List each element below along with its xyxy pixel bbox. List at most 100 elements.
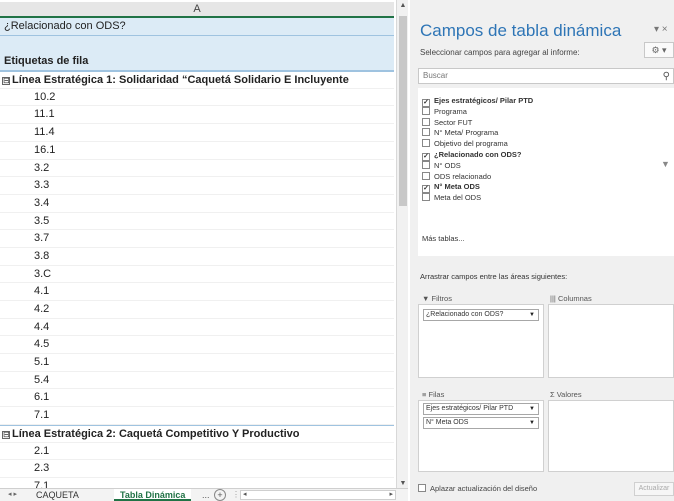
row-pill-meta-ods[interactable]: N° Meta ODS ▼	[423, 417, 539, 429]
field-checkbox[interactable]	[422, 193, 430, 202]
field-checkbox[interactable]	[422, 117, 430, 126]
table-row[interactable]: 2.1	[0, 443, 394, 461]
field-item[interactable]: Programa	[422, 106, 467, 117]
field-item[interactable]: N° Meta/ Programa	[422, 128, 498, 138]
table-row[interactable]: 3.8	[0, 248, 394, 266]
table-row[interactable]: 3.5	[0, 213, 394, 231]
table-row[interactable]: 3.2	[0, 160, 394, 178]
sheet-tab-bar: ◂ ▸ CAQUETA Tabla Dinámica ... + ⋮ ◂ ▸	[0, 488, 408, 501]
row-pill-ejes[interactable]: Ejes estratégicos/ Pilar PTD ▼	[423, 403, 539, 415]
row-group-header[interactable]: ⊟ Línea Estratégica 1: Solidaridad “Caque…	[0, 71, 394, 89]
gear-icon[interactable]: ⚙ ▾	[644, 42, 674, 58]
tab-tabla-dinamica[interactable]: Tabla Dinámica	[114, 489, 192, 501]
tab-splitter[interactable]: ⋮	[232, 490, 240, 499]
table-row[interactable]: 11.1	[0, 106, 394, 125]
field-item[interactable]: ✓ Ejes estratégicos/ Pilar PTD	[422, 96, 533, 107]
field-item[interactable]: ODS relacionado	[422, 171, 491, 182]
field-item[interactable]: Objetivo del programa	[422, 139, 508, 149]
collapse-icon[interactable]: ⊟	[2, 430, 10, 439]
rows-area-icon: ≡	[422, 390, 427, 399]
field-item[interactable]: Meta del ODS	[422, 193, 481, 203]
field-item[interactable]: N° ODS	[422, 160, 461, 171]
search-input[interactable]: Buscar ⚲	[418, 68, 674, 84]
scroll-thumb[interactable]	[399, 16, 407, 206]
row-text: 10.2	[34, 90, 56, 103]
field-checkbox[interactable]	[422, 106, 430, 115]
table-row[interactable]: 10.2	[0, 89, 394, 107]
horizontal-scrollbar[interactable]: ◂ ▸	[240, 490, 396, 500]
field-list: ▼ Más tablas... ✓ Ejes estratégicos/ Pila…	[418, 88, 674, 256]
chevron-down-icon: ▼	[529, 406, 535, 412]
table-row[interactable]: 5.1	[0, 354, 394, 372]
chevron-down-icon: ▼	[529, 420, 535, 426]
values-area-label: Σ Valores	[550, 390, 582, 399]
rows-area[interactable]: Ejes estratégicos/ Pilar PTD ▼ N° Meta OD…	[418, 400, 544, 472]
row-text: 3.2	[34, 161, 50, 174]
row-text: 5.1	[34, 356, 50, 369]
row-text: 7.1	[34, 479, 50, 488]
row-label-head[interactable]: Etiquetas de fila	[0, 53, 394, 72]
table-row[interactable]: 5.4	[0, 372, 394, 390]
filter-pill-relacionado[interactable]: ¿Relacionado con ODS? ▼	[423, 309, 539, 321]
tab-more[interactable]: ...	[196, 489, 216, 501]
tab-nav-arrows[interactable]: ◂ ▸	[8, 489, 17, 501]
table-row[interactable]: 4.5	[0, 336, 394, 355]
table-row[interactable]: 11.4	[0, 124, 394, 142]
columns-area[interactable]	[548, 304, 674, 378]
columns-area-icon: |||	[550, 294, 556, 303]
table-row[interactable]: 6.1	[0, 389, 394, 408]
scroll-right-arrow[interactable]: ▸	[389, 491, 393, 499]
spreadsheet-area: A ¿Relacionado con ODS? Etiquetas de fila…	[0, 0, 396, 501]
defer-label: Aplazar actualización del diseño	[430, 484, 538, 493]
table-row[interactable]: 4.4	[0, 319, 394, 337]
scroll-left-arrow[interactable]: ◂	[243, 491, 247, 499]
field-checkbox[interactable]	[422, 139, 430, 148]
field-item[interactable]: Sector FUT	[422, 117, 472, 128]
search-icon: ⚲	[662, 71, 670, 82]
pivot-field-pane: Campos de tabla dinámica ▾ × Seleccionar…	[410, 0, 674, 501]
row-blank[interactable]	[0, 35, 394, 54]
pane-close-icon[interactable]: ▾ ×	[654, 24, 668, 35]
values-area[interactable]	[548, 400, 674, 472]
row-text: Línea Estratégica 2: Caquetá Competitivo…	[12, 427, 300, 440]
table-row[interactable]: 7.1	[0, 407, 394, 425]
field-checkbox[interactable]: ✓	[422, 99, 430, 107]
field-checkbox[interactable]	[422, 171, 430, 180]
table-row[interactable]: 3.4	[0, 195, 394, 213]
field-checkbox[interactable]: ✓	[422, 153, 430, 161]
row-group-header[interactable]: ⊟ Línea Estratégica 2: Caquetá Competitiv…	[0, 424, 394, 443]
filters-area[interactable]: ¿Relacionado con ODS? ▼	[418, 304, 544, 378]
table-row[interactable]: 3.7	[0, 230, 394, 248]
field-checkbox[interactable]	[422, 128, 430, 137]
row-text: 5.4	[34, 373, 50, 386]
table-row[interactable]: 7.1	[0, 478, 394, 488]
scroll-up-arrow[interactable]: ▲	[397, 0, 409, 12]
row-text: Línea Estratégica 1: Solidaridad “Caquet…	[12, 74, 349, 87]
pane-title: Campos de tabla dinámica	[420, 21, 622, 40]
collapse-icon[interactable]: ⊟	[2, 77, 10, 86]
table-row[interactable]: 3.3	[0, 177, 394, 195]
table-row[interactable]: 4.2	[0, 301, 394, 319]
field-item[interactable]: ✓ N° Meta ODS	[422, 182, 480, 194]
update-button[interactable]: Actualizar	[634, 482, 674, 496]
row-text: 4.5	[34, 338, 50, 351]
tab-caqueta[interactable]: CAQUETA	[30, 489, 85, 501]
table-row[interactable]: 3.C	[0, 266, 394, 284]
field-item[interactable]: ✓ ¿Relacionado con ODS?	[422, 150, 522, 161]
row-text: 3.5	[34, 214, 50, 227]
row-text: 3.7	[34, 232, 50, 245]
add-sheet-icon[interactable]: +	[214, 489, 226, 501]
defer-checkbox[interactable]	[418, 484, 426, 492]
field-checkbox[interactable]: ✓	[422, 185, 430, 194]
defer-update: Aplazar actualización del diseño	[418, 484, 537, 493]
filter-icon: ▼	[661, 159, 670, 169]
column-header-a[interactable]: A	[0, 2, 394, 18]
field-checkbox[interactable]	[422, 160, 430, 169]
table-row[interactable]: 4.1	[0, 283, 394, 301]
more-tables-link[interactable]: Más tablas...	[422, 234, 465, 243]
vertical-scrollbar[interactable]: ▲ ▼	[396, 0, 408, 490]
row-filter[interactable]: ¿Relacionado con ODS?	[0, 18, 394, 36]
table-row[interactable]: 2.3	[0, 460, 394, 478]
table-row[interactable]: 16.1	[0, 142, 394, 160]
rows-area-label: ≡ Filas	[422, 390, 445, 399]
